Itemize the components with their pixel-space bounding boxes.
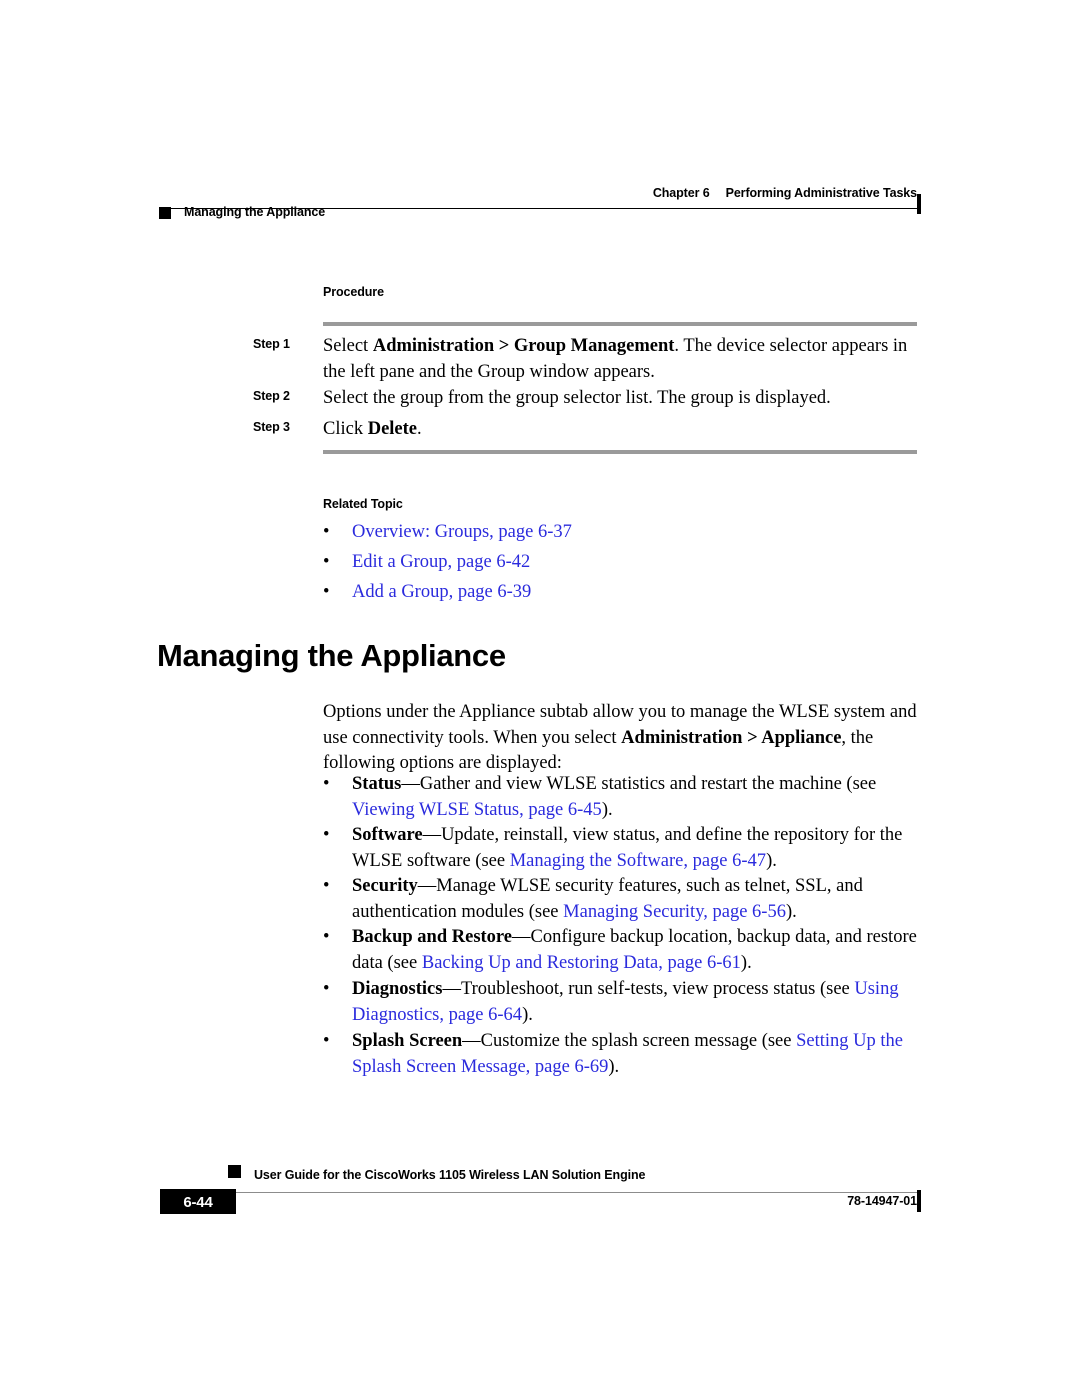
- option-item-splash-screen: • Splash Screen—Customize the splash scr…: [323, 1029, 928, 1080]
- option-backup-desc-after: ).: [740, 952, 752, 973]
- option-backup-term: Backup and Restore: [352, 927, 513, 947]
- option-status-term: Status: [352, 774, 402, 794]
- bullet-icon: •: [323, 927, 330, 947]
- option-diagnostics-desc-after: ).: [522, 1004, 533, 1025]
- option-diagnostics-term: Diagnostics: [352, 979, 443, 999]
- bullet-icon: •: [323, 825, 330, 845]
- step-3-body: Click Delete.: [323, 417, 913, 443]
- option-diagnostics-desc-before: —Troubleshoot, run self-tests, view proc…: [442, 979, 855, 999]
- option-status-desc-before: —Gather and view WLSE statistics and res…: [401, 774, 877, 794]
- option-backup-text: Backup and Restore—Configure backup loca…: [352, 925, 928, 976]
- step-2-label: Step 2: [253, 389, 290, 403]
- footer-rule: [160, 1192, 917, 1194]
- document-page: Chapter 6 Performing Administrative Task…: [0, 0, 1080, 1397]
- section-title: Managing the Appliance: [157, 638, 506, 673]
- step-3-bold: Delete: [367, 419, 418, 439]
- header-edge-tick: [917, 194, 921, 214]
- bullet-icon: •: [323, 876, 330, 896]
- option-status-desc-after: ).: [601, 799, 613, 820]
- bullet-icon: •: [323, 774, 330, 794]
- bullet-icon: •: [323, 582, 330, 602]
- procedure-heading: Procedure: [323, 285, 384, 299]
- option-splash-desc-before: —Customize the splash screen message (se…: [462, 1031, 797, 1051]
- related-topic-item-2[interactable]: • Edit a Group, page 6-42: [323, 550, 928, 576]
- step-1-text-before: Select: [323, 336, 373, 356]
- footer-guide-title: User Guide for the CiscoWorks 1105 Wirel…: [254, 1168, 646, 1182]
- option-security-desc-after: ).: [785, 901, 797, 922]
- bullet-icon: •: [323, 552, 330, 572]
- step-3-text-after: .: [417, 419, 422, 439]
- option-security-link[interactable]: Managing Security, page 6-56: [563, 902, 786, 922]
- bullet-icon: •: [323, 979, 330, 999]
- footer-square-marker-icon: [228, 1165, 241, 1178]
- step-1-label: Step 1: [253, 337, 290, 351]
- step-3-label: Step 3: [253, 420, 290, 434]
- header-chapter-title: Performing Administrative Tasks: [725, 186, 918, 200]
- intro-bold: Administration > Appliance: [621, 727, 842, 748]
- procedure-rule-bottom: [323, 450, 917, 454]
- option-item-security: • Security—Manage WLSE security features…: [323, 874, 928, 925]
- related-topic-link-2[interactable]: Edit a Group, page 6-42: [352, 550, 928, 576]
- related-topic-link-1[interactable]: Overview: Groups, page 6-37: [352, 520, 928, 546]
- step-3-text-before: Click: [323, 419, 368, 439]
- related-topic-item-3[interactable]: • Add a Group, page 6-39: [323, 580, 928, 606]
- step-1-body: Select Administration > Group Management…: [323, 334, 913, 385]
- step-2-text-before: Select the group from the group selector…: [323, 388, 831, 408]
- footer-document-number: 78-14947-01: [847, 1194, 917, 1208]
- bullet-icon: •: [323, 1031, 330, 1051]
- bullet-icon: •: [323, 522, 330, 542]
- option-splash-desc-after: ).: [608, 1056, 620, 1077]
- step-2-body: Select the group from the group selector…: [323, 386, 913, 412]
- header-square-marker-icon: [159, 207, 171, 219]
- option-splash-text: Splash Screen—Customize the splash scree…: [352, 1029, 928, 1080]
- procedure-rule-top: [323, 322, 917, 326]
- step-1-bold: Administration > Group Management: [372, 336, 675, 356]
- option-item-software: • Software—Update, reinstall, view statu…: [323, 823, 928, 874]
- option-splash-term: Splash Screen: [352, 1031, 463, 1051]
- header-chapter-label: Chapter 6: [652, 186, 710, 200]
- related-topic-heading: Related Topic: [323, 497, 403, 511]
- option-software-term: Software: [352, 825, 423, 845]
- option-item-status: • Status—Gather and view WLSE statistics…: [323, 772, 928, 823]
- header-chapter-info: Chapter 6 Performing Administrative Task…: [653, 186, 917, 200]
- option-diagnostics-text: Diagnostics—Troubleshoot, run self-tests…: [352, 977, 928, 1028]
- header-running-head: Managing the Appliance: [184, 205, 326, 219]
- footer-edge-tick: [917, 1190, 921, 1212]
- option-security-term: Security: [352, 876, 418, 896]
- option-software-link[interactable]: Managing the Software, page 6-47: [510, 851, 766, 871]
- option-status-link[interactable]: Viewing WLSE Status, page 6-45: [352, 800, 602, 820]
- section-intro-paragraph: Options under the Appliance subtab allow…: [323, 700, 931, 777]
- option-backup-link[interactable]: Backing Up and Restoring Data, page 6-61: [422, 953, 741, 973]
- option-status-text: Status—Gather and view WLSE statistics a…: [352, 772, 928, 823]
- option-software-desc-after: ).: [766, 850, 777, 871]
- option-item-backup-restore: • Backup and Restore—Configure backup lo…: [323, 925, 928, 976]
- related-topic-link-3[interactable]: Add a Group, page 6-39: [352, 580, 928, 606]
- footer-page-number: 6-44: [183, 1194, 213, 1211]
- related-topic-item-1[interactable]: • Overview: Groups, page 6-37: [323, 520, 928, 546]
- option-item-diagnostics: • Diagnostics—Troubleshoot, run self-tes…: [323, 977, 928, 1028]
- option-security-text: Security—Manage WLSE security features, …: [352, 874, 928, 925]
- option-software-text: Software—Update, reinstall, view status,…: [352, 823, 928, 874]
